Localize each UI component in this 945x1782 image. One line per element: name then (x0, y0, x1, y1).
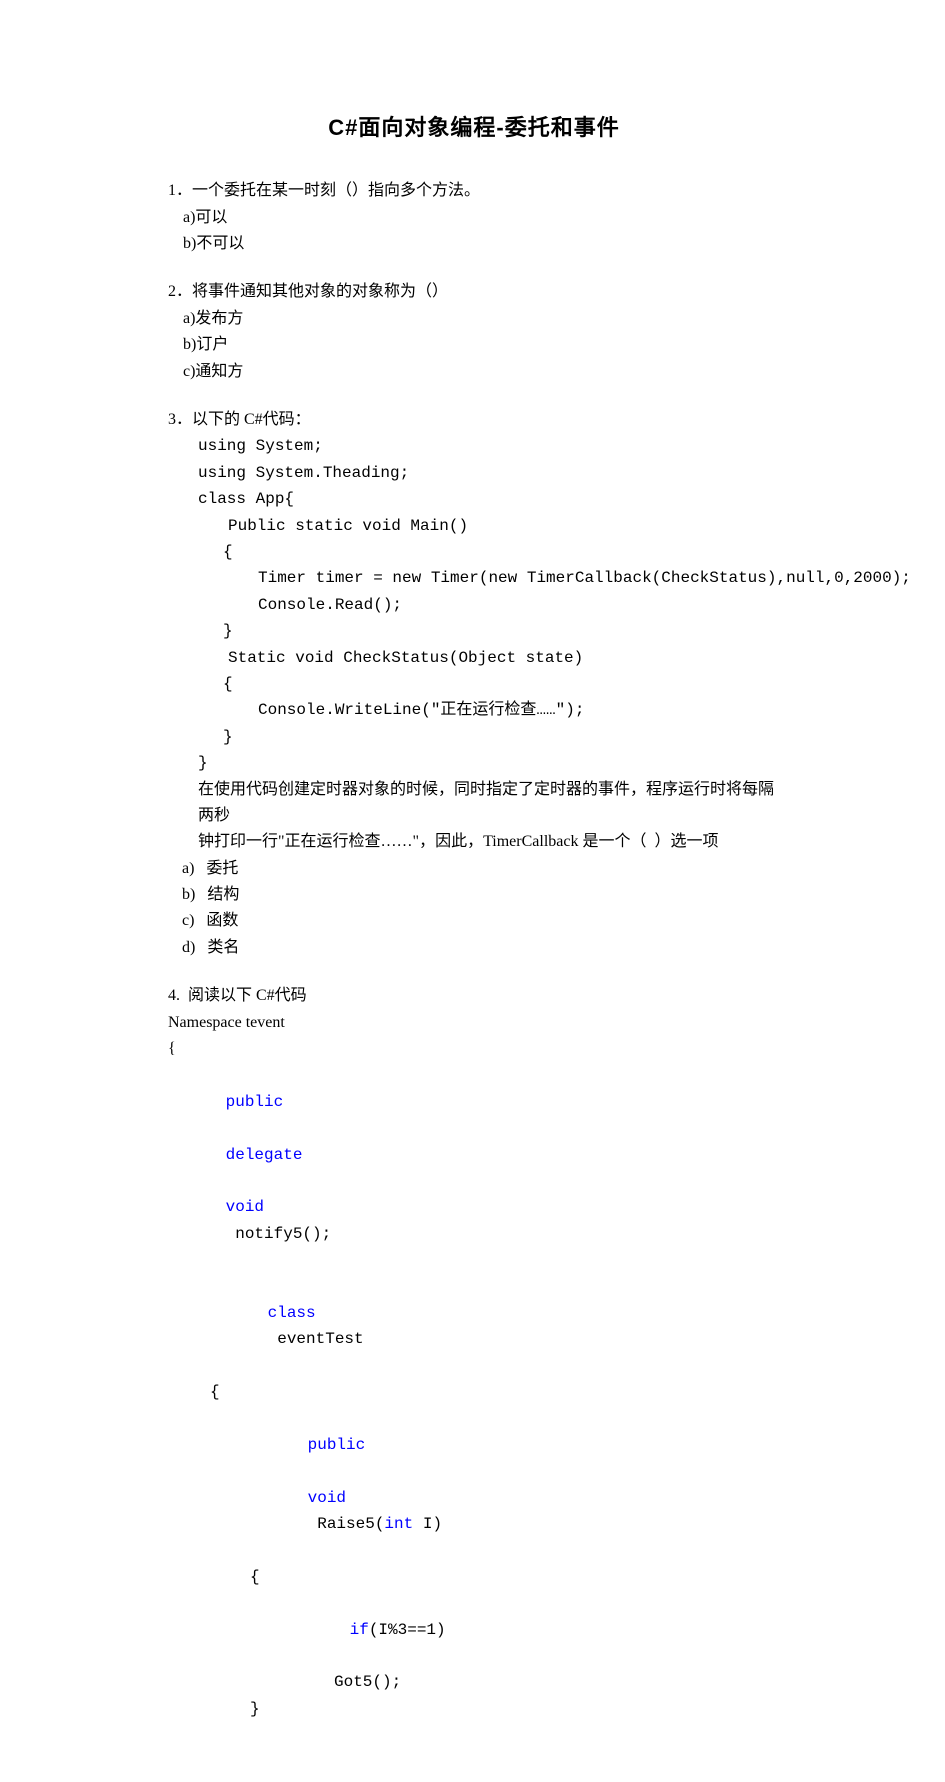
q3-desc-line: 在使用代码创建定时器对象的时候，同时指定了定时器的事件，程序运行时将每隔两秒 (168, 777, 780, 830)
code-text: I) (413, 1515, 442, 1533)
q1-option-a: a)可以 (168, 205, 780, 231)
keyword-delegate: delegate (226, 1146, 303, 1164)
q4-code-line: Namespace tevent (168, 1010, 780, 1036)
keyword-void: void (226, 1198, 264, 1216)
question-2: 2．将事件通知其他对象的对象称为（） a)发布方 b)订户 c)通知方 (168, 279, 780, 385)
q2-option-c: c)通知方 (168, 359, 780, 385)
q4-stem: 4. 阅读以下 C#代码 (168, 983, 780, 1009)
q3-code-line: } (168, 618, 780, 644)
q3-code-line: } (168, 750, 780, 776)
q3-code-line: Static void CheckStatus(Object state) (168, 645, 780, 671)
q4-code-line: } (168, 1696, 780, 1722)
space (226, 1119, 236, 1137)
q3-code-line: } (168, 724, 780, 750)
q3-stem: 3．以下的 C#代码： (168, 407, 780, 433)
keyword-class: class (268, 1304, 316, 1322)
keyword-public: public (226, 1093, 284, 1111)
q3-desc-line: 钟打印一行"正在运行检查……"，因此，TimerCallback 是一个（ ）选… (168, 829, 780, 855)
q4-code-line: public void Raise5(int I) (168, 1405, 780, 1563)
q4-code-line: { (168, 1379, 780, 1405)
q1-option-b: b)不可以 (168, 231, 780, 257)
q3-code-line: Public static void Main() (168, 513, 780, 539)
q3-code-line: using System.Theading; (168, 460, 780, 486)
q3-option-b: b) 结构 (168, 882, 780, 908)
keyword-void: void (308, 1489, 346, 1507)
q3-code-line: { (168, 539, 780, 565)
q4-code-line: if(I%3==1) (168, 1590, 780, 1669)
q3-code-line: { (168, 671, 780, 697)
keyword-if: if (350, 1621, 369, 1639)
q3-code-line: Console.WriteLine("正在运行检查……"); (168, 697, 780, 723)
q4-code-line: public delegate void notify5(); (168, 1062, 780, 1273)
q3-code-line: using System; (168, 433, 780, 459)
q1-stem: 1．一个委托在某一时刻（）指向多个方法。 (168, 178, 780, 204)
q2-option-a: a)发布方 (168, 306, 780, 332)
q3-code-line: Timer timer = new Timer(new TimerCallbac… (168, 565, 780, 591)
space (226, 1172, 236, 1190)
keyword-int: int (384, 1515, 413, 1533)
q2-stem: 2．将事件通知其他对象的对象称为（） (168, 279, 780, 305)
q3-option-d: d) 类名 (168, 935, 780, 961)
question-3: 3．以下的 C#代码： using System; using System.T… (168, 407, 780, 961)
q4-code-line: class eventTest (168, 1274, 780, 1380)
q3-option-a: a) 委托 (168, 856, 780, 882)
q3-code-line: Console.Read(); (168, 592, 780, 618)
keyword-public: public (308, 1436, 366, 1454)
code-text: Raise5( (308, 1515, 385, 1533)
q2-option-b: b)订户 (168, 332, 780, 358)
page-title: C#面向对象编程-委托和事件 (168, 110, 780, 146)
q4-code-line: { (168, 1036, 780, 1062)
q3-option-c: c) 函数 (168, 908, 780, 934)
code-text: eventTest (268, 1330, 364, 1348)
q4-code-line: Got5(); (168, 1669, 780, 1695)
question-4: 4. 阅读以下 C#代码 Namespace tevent { public d… (168, 983, 780, 1722)
q3-code-line: class App{ (168, 486, 780, 512)
question-1: 1．一个委托在某一时刻（）指向多个方法。 a)可以 b)不可以 (168, 178, 780, 257)
space (308, 1462, 318, 1480)
q4-code-line: { (168, 1564, 780, 1590)
code-text: (I%3==1) (369, 1621, 446, 1639)
document-page: C#面向对象编程-委托和事件 1．一个委托在某一时刻（）指向多个方法。 a)可以… (0, 0, 945, 1782)
code-text: notify5(); (226, 1225, 332, 1243)
